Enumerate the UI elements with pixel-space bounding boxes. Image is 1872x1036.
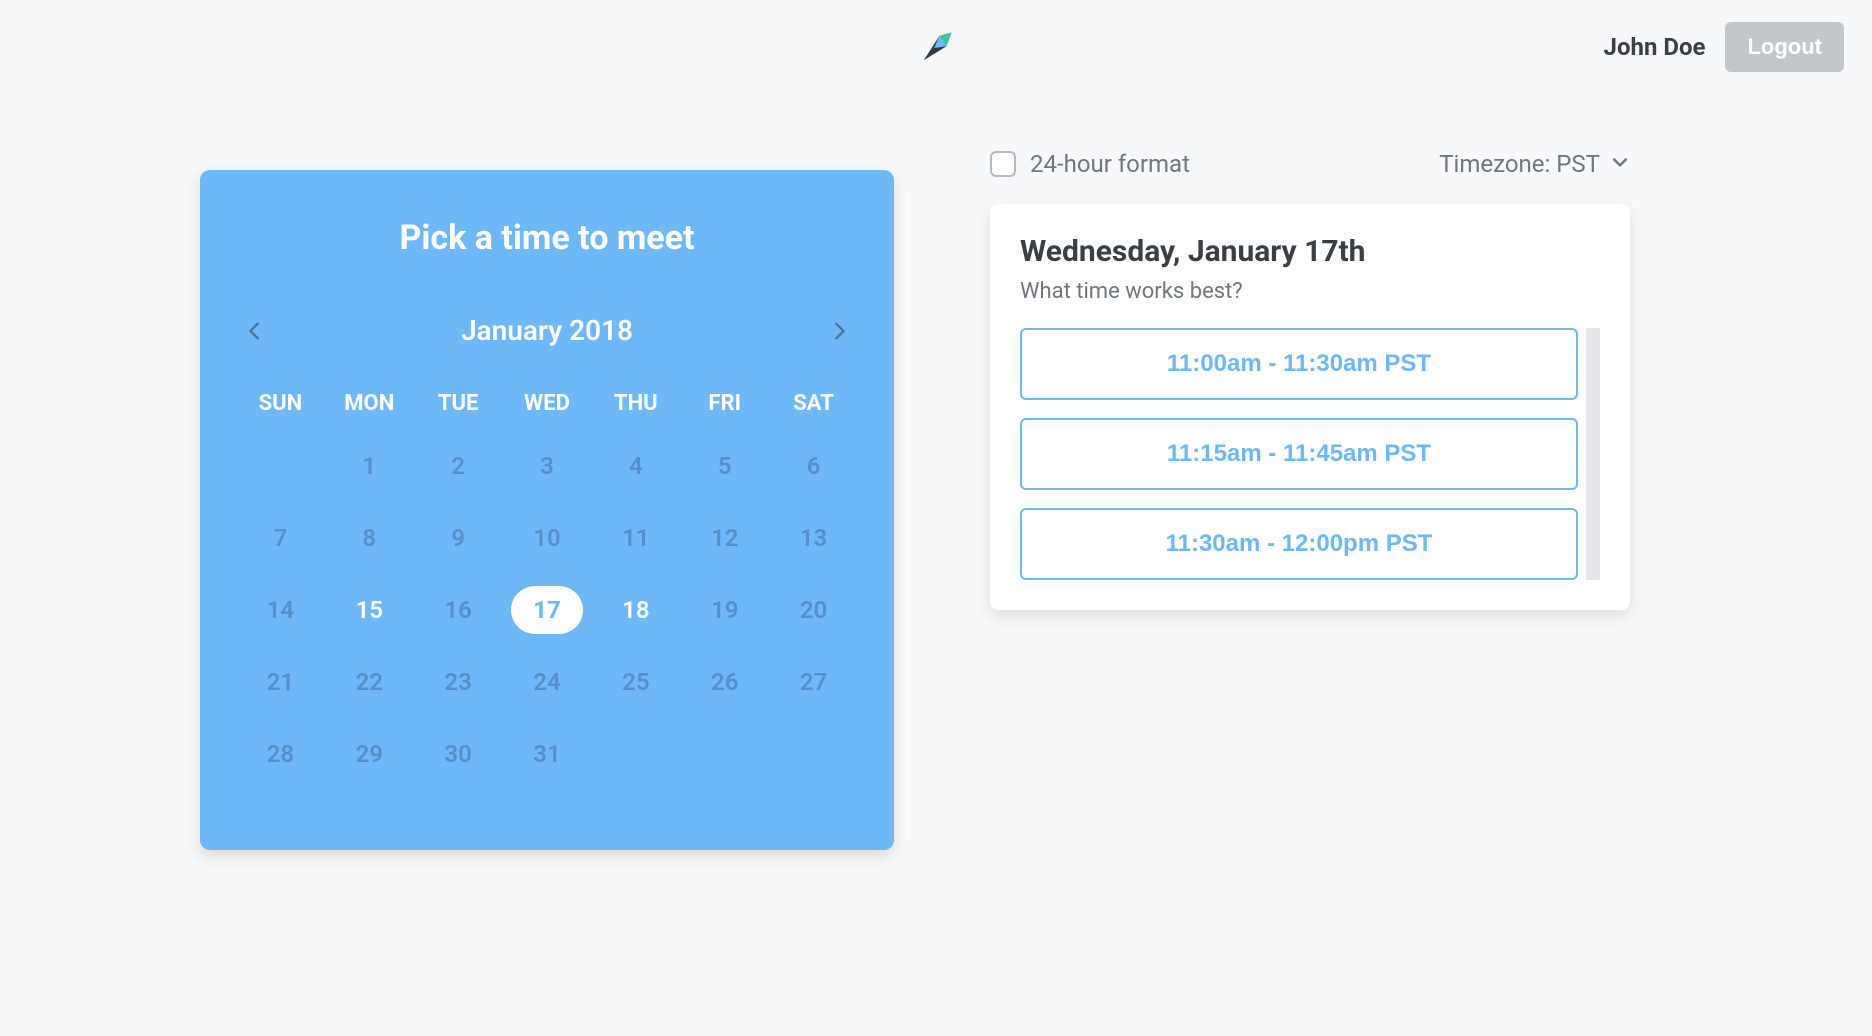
calendar-month-nav: January 2018 [236, 314, 858, 347]
calendar-day: 8 [325, 512, 414, 564]
calendar-day: 1 [325, 440, 414, 492]
app-logo-icon [908, 20, 964, 76]
weekday-label: WED [503, 391, 592, 416]
calendar-day: 4 [591, 440, 680, 492]
calendar-card: Pick a time to meet January 2018 SUN MON… [200, 170, 894, 850]
calendar-day: 6 [769, 440, 858, 492]
calendar-week-row: 21222324252627 [236, 656, 858, 708]
weekday-label: MON [325, 391, 414, 416]
weekday-label: THU [591, 391, 680, 416]
calendar-day: 27 [769, 656, 858, 708]
calendar-day: 20 [769, 584, 858, 636]
calendar-day: 23 [414, 656, 503, 708]
calendar-day [591, 728, 680, 780]
calendar-day: 11 [591, 512, 680, 564]
calendar-weekday-row: SUN MON TUE WED THU FRI SAT [236, 391, 858, 416]
weekday-label: TUE [414, 391, 503, 416]
calendar-day: 16 [414, 584, 503, 636]
prev-month-button[interactable] [242, 318, 268, 344]
calendar-day: 22 [325, 656, 414, 708]
weekday-label: SUN [236, 391, 325, 416]
calendar-week-row: 28293031 [236, 728, 858, 780]
app-header: John Doe Logout [0, 0, 1872, 90]
timeslot-option[interactable]: 11:00am - 11:30am PST [1020, 328, 1578, 400]
calendar-day[interactable]: 15 [325, 584, 414, 636]
calendar-day: 26 [680, 656, 769, 708]
calendar-day: 9 [414, 512, 503, 564]
calendar-day: 2 [414, 440, 503, 492]
calendar-day: 30 [414, 728, 503, 780]
checkbox-icon [990, 151, 1016, 177]
calendar-day [680, 728, 769, 780]
calendar-day: 24 [503, 656, 592, 708]
timeslot-option[interactable]: 11:30am - 12:00pm PST [1020, 508, 1578, 580]
next-month-button[interactable] [826, 318, 852, 344]
calendar-day-selected[interactable]: 17 [503, 584, 592, 636]
options-row: 24-hour format Timezone: PST [990, 150, 1630, 178]
selected-day-pill: 17 [511, 586, 583, 634]
calendar-day: 14 [236, 584, 325, 636]
calendar-week-row: 78910111213 [236, 512, 858, 564]
calendar-week-row: 14151617181920 [236, 584, 858, 636]
calendar-grid: 1234567891011121314151617181920212223242… [236, 440, 858, 780]
timeslots-subheading: What time works best? [1020, 279, 1600, 304]
calendar-day: 29 [325, 728, 414, 780]
user-name-label: John Doe [1604, 33, 1706, 61]
calendar-day: 13 [769, 512, 858, 564]
calendar-day: 21 [236, 656, 325, 708]
timeslot-option[interactable]: 11:15am - 11:45am PST [1020, 418, 1578, 490]
timeslots-card: Wednesday, January 17th What time works … [990, 204, 1630, 610]
calendar-day: 5 [680, 440, 769, 492]
timezone-label: Timezone: PST [1439, 150, 1600, 178]
calendar-day [769, 728, 858, 780]
calendar-day: 25 [591, 656, 680, 708]
weekday-label: FRI [680, 391, 769, 416]
calendar-day: 3 [503, 440, 592, 492]
logout-button[interactable]: Logout [1725, 22, 1844, 72]
calendar-day: 31 [503, 728, 592, 780]
calendar-week-row: 123456 [236, 440, 858, 492]
calendar-day: 12 [680, 512, 769, 564]
calendar-day[interactable]: 18 [591, 584, 680, 636]
timezone-selector[interactable]: Timezone: PST [1439, 150, 1630, 178]
weekday-label: SAT [769, 391, 858, 416]
calendar-day: 7 [236, 512, 325, 564]
chevron-down-icon [1610, 150, 1630, 178]
timeslots-list: 11:00am - 11:30am PST 11:15am - 11:45am … [1020, 328, 1600, 580]
selected-date-heading: Wednesday, January 17th [1020, 234, 1600, 269]
calendar-month-label: January 2018 [461, 314, 633, 347]
calendar-day: 10 [503, 512, 592, 564]
format-toggle-label: 24-hour format [1030, 150, 1190, 178]
format-toggle[interactable]: 24-hour format [990, 150, 1190, 178]
calendar-day [236, 440, 325, 492]
calendar-day: 19 [680, 584, 769, 636]
calendar-title: Pick a time to meet [236, 218, 858, 258]
calendar-day: 28 [236, 728, 325, 780]
